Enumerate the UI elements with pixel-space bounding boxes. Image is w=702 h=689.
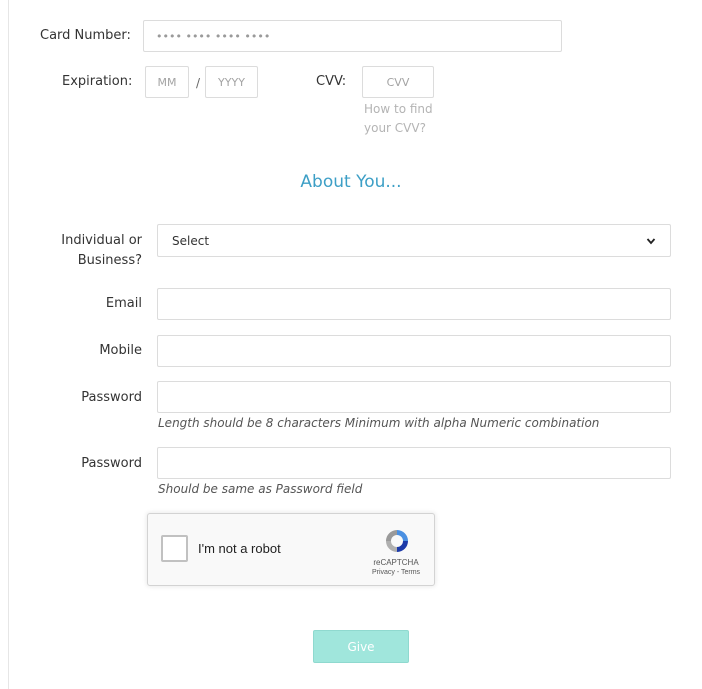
recaptcha-brand: reCAPTCHA: [373, 558, 419, 567]
section-title-about: About You...: [300, 172, 402, 192]
customer-type-select[interactable]: Select: [157, 224, 671, 257]
customer-type-label-line1: Individual or: [61, 233, 142, 248]
exp-year-input[interactable]: [205, 66, 258, 98]
password-hint: Length should be 8 characters Minimum wi…: [158, 416, 600, 430]
customer-type-label: Individual or Business?: [40, 231, 142, 271]
confirm-password-field[interactable]: [157, 447, 671, 479]
recaptcha-widget: I'm not a robot reCAPTCHA Privacy - Term…: [147, 513, 435, 586]
mobile-label: Mobile: [99, 343, 142, 358]
chevron-down-icon: [646, 237, 656, 244]
email-label: Email: [105, 296, 142, 311]
exp-month-input[interactable]: [145, 66, 189, 98]
customer-type-label-line2: Business?: [77, 253, 142, 268]
recaptcha-label: I'm not a robot: [198, 541, 281, 556]
password-field[interactable]: [157, 381, 671, 413]
recaptcha-links[interactable]: Privacy - Terms: [348, 569, 444, 576]
cvv-help-line2: your CVV?: [364, 121, 426, 135]
confirm-password-hint: Should be same as Password field: [158, 482, 363, 496]
cvv-label: CVV:: [316, 74, 347, 89]
card-number-input[interactable]: [143, 20, 562, 52]
password-label: Password: [81, 390, 142, 405]
cvv-help-link[interactable]: How to find your CVV?: [364, 100, 433, 138]
customer-type-selected: Select: [172, 233, 210, 248]
recaptcha-logo-icon: [386, 530, 408, 552]
email-field[interactable]: [157, 288, 671, 320]
exp-separator: /: [196, 76, 201, 90]
mobile-field[interactable]: [157, 335, 671, 367]
cvv-help-line1: How to find: [364, 102, 433, 116]
left-border: [8, 0, 9, 689]
cvv-input[interactable]: [362, 66, 434, 98]
recaptcha-checkbox[interactable]: [161, 535, 188, 562]
confirm-password-label: Password: [81, 456, 142, 471]
give-button[interactable]: Give: [313, 630, 409, 663]
card-number-label: Card Number:: [40, 28, 131, 43]
expiration-label: Expiration:: [62, 74, 133, 89]
